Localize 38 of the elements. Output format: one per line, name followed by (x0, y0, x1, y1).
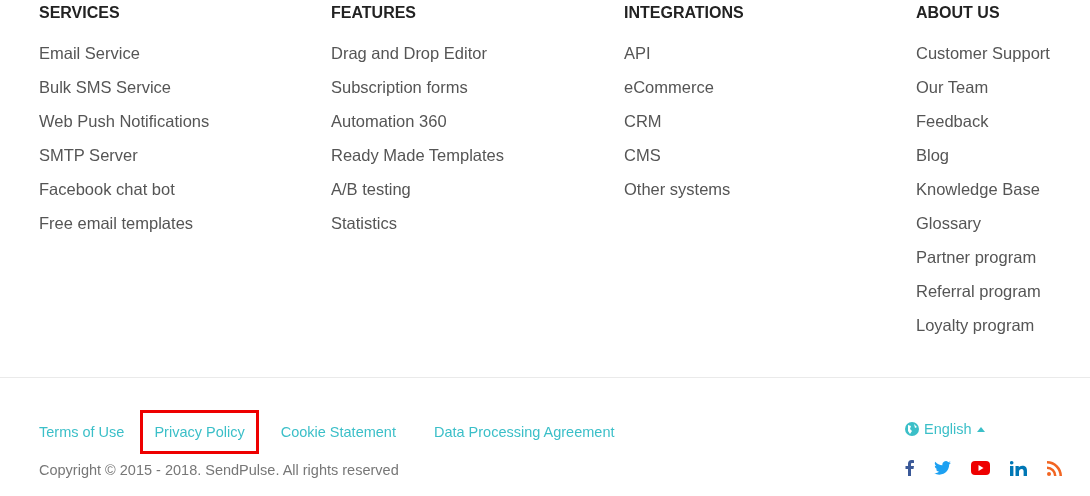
twitter-icon[interactable] (934, 461, 951, 475)
footer-link[interactable]: CRM (624, 104, 662, 138)
footer-link[interactable]: Free email templates (39, 206, 194, 240)
column-heading: FEATURES (331, 3, 417, 23)
footer-link[interactable]: Email Service (39, 36, 140, 70)
footer-link[interactable]: A/B testing (331, 172, 411, 206)
footer-link[interactable]: Automation 360 (331, 104, 447, 138)
footer-link[interactable]: API (624, 36, 651, 70)
footer-link[interactable]: Customer Support (916, 36, 1050, 70)
copyright-text: Copyright © 2015 - 2018. SendPulse. All rights reserved (39, 462, 400, 478)
footer-link[interactable]: Facebook chat bot (39, 172, 175, 206)
footer-link[interactable]: CMS (624, 138, 661, 172)
footer-link[interactable]: Statistics (331, 206, 398, 240)
footer-link[interactable]: Subscription forms (331, 70, 468, 104)
footer-link[interactable]: Our Team (916, 70, 989, 104)
footer-link[interactable]: Bulk SMS Service (39, 70, 172, 104)
column-heading: INTEGRATIONS (624, 3, 744, 23)
rss-icon[interactable] (1047, 460, 1062, 476)
footer-link[interactable]: Loyalty program (916, 308, 1035, 342)
footer-link[interactable]: Partner program (916, 240, 1037, 274)
footer-link[interactable]: Drag and Drop Editor (331, 36, 487, 70)
footer-link[interactable]: Referral program (916, 274, 1041, 308)
caret-icon (976, 426, 985, 432)
footer-link[interactable]: Web Push Notifications (39, 104, 210, 138)
globe-icon (905, 422, 919, 436)
footer-link[interactable]: Feedback (916, 104, 989, 138)
column-heading: ABOUT US (916, 3, 1000, 23)
footer-link[interactable]: Knowledge Base (916, 172, 1040, 206)
footer-link[interactable]: Glossary (916, 206, 982, 240)
facebook-icon[interactable] (905, 460, 914, 476)
video-play-icon[interactable] (971, 461, 990, 475)
footer-link[interactable]: Blog (916, 138, 950, 172)
linkedin-icon[interactable] (1010, 460, 1027, 476)
footer-link[interactable]: Other systems (624, 172, 731, 206)
footer-link[interactable]: Ready Made Templates (331, 138, 505, 172)
column-heading: SERVICES (39, 3, 120, 23)
footer-link[interactable]: eCommerce (624, 70, 714, 104)
footer-link[interactable]: SMTP Server (39, 138, 138, 172)
